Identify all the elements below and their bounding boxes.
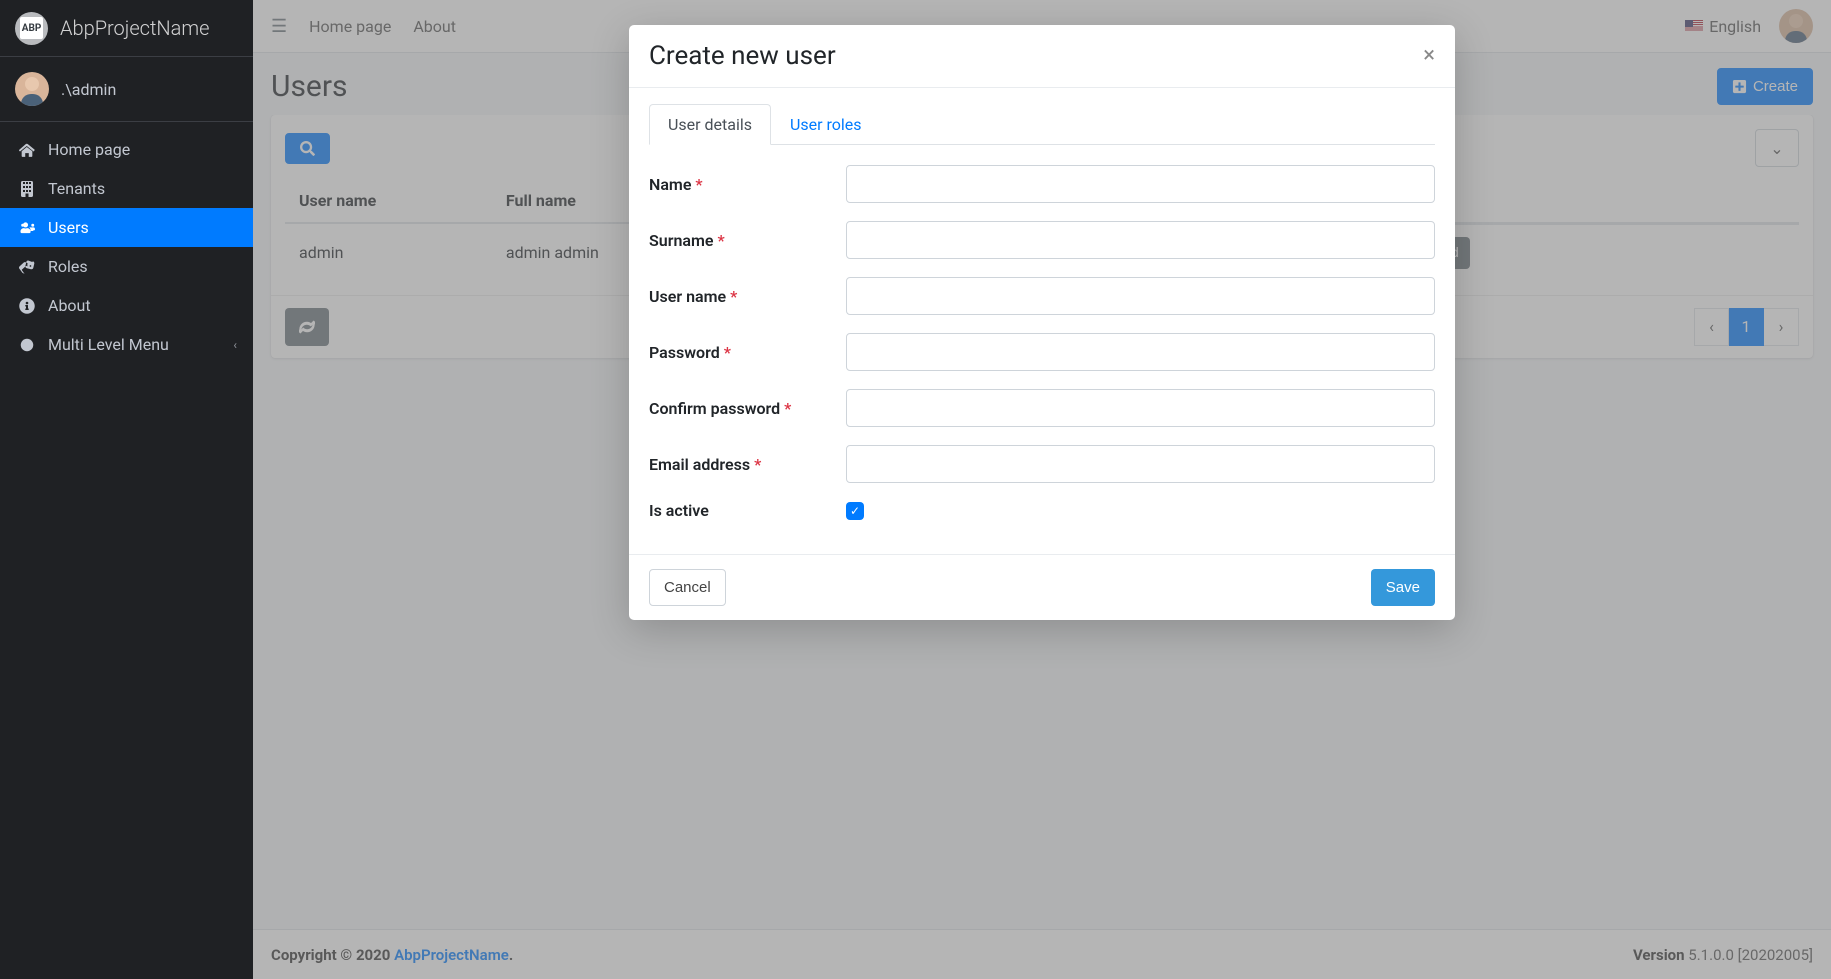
label-active: Is active — [649, 501, 846, 520]
sidebar-item-about[interactable]: About — [0, 286, 253, 325]
tab-user-details[interactable]: User details — [649, 104, 771, 145]
cancel-button[interactable]: Cancel — [649, 569, 726, 606]
username-field[interactable] — [846, 277, 1435, 315]
sidebar-item-label: Tenants — [48, 179, 105, 198]
modal-backdrop[interactable]: Create new user × User details User role… — [253, 0, 1831, 979]
label-email: Email address * — [649, 455, 846, 474]
sidebar-item-label: Roles — [48, 257, 88, 276]
sidebar-user-name: .\admin — [61, 80, 116, 99]
sidebar-item-multilevel[interactable]: Multi Level Menu ‹ — [0, 325, 253, 364]
label-confirm: Confirm password * — [649, 399, 846, 418]
avatar-icon — [15, 72, 49, 106]
label-surname: Surname * — [649, 231, 846, 250]
main: ☰ Home page About English Users Create — [253, 0, 1831, 979]
surname-field[interactable] — [846, 221, 1435, 259]
create-user-modal: Create new user × User details User role… — [629, 25, 1455, 620]
is-active-checkbox[interactable]: ✓ — [846, 502, 864, 520]
sidebar-item-label: Multi Level Menu — [48, 335, 169, 354]
label-name: Name * — [649, 175, 846, 194]
brand-logo-icon: ABP — [15, 12, 48, 45]
sidebar-item-label: Users — [48, 218, 89, 237]
home-icon — [16, 142, 38, 158]
sidebar-item-home[interactable]: Home page — [0, 130, 253, 169]
sidebar-item-users[interactable]: Users — [0, 208, 253, 247]
brand-name: AbpProjectName — [60, 16, 209, 40]
name-field[interactable] — [846, 165, 1435, 203]
sidebar-nav: Home page Tenants Users Roles About Mult… — [0, 122, 253, 372]
password-field[interactable] — [846, 333, 1435, 371]
info-icon — [16, 298, 38, 314]
modal-tabs: User details User roles — [649, 104, 1435, 145]
tab-user-roles[interactable]: User roles — [771, 104, 881, 145]
modal-title: Create new user — [649, 41, 836, 71]
label-username: User name * — [649, 287, 846, 306]
sidebar: ABP AbpProjectName .\admin Home page Ten… — [0, 0, 253, 979]
circle-icon — [16, 337, 38, 353]
confirm-password-field[interactable] — [846, 389, 1435, 427]
sidebar-item-tenants[interactable]: Tenants — [0, 169, 253, 208]
label-password: Password * — [649, 343, 846, 362]
users-icon — [16, 220, 38, 236]
save-button[interactable]: Save — [1371, 569, 1435, 606]
email-field[interactable] — [846, 445, 1435, 483]
sidebar-item-roles[interactable]: Roles — [0, 247, 253, 286]
brand[interactable]: ABP AbpProjectName — [0, 0, 253, 57]
close-icon[interactable]: × — [1423, 45, 1435, 67]
sidebar-item-label: Home page — [48, 140, 130, 159]
building-icon — [16, 181, 38, 197]
sidebar-user[interactable]: .\admin — [0, 57, 253, 122]
chevron-left-icon: ‹ — [233, 338, 237, 352]
sidebar-item-label: About — [48, 296, 91, 315]
masks-icon — [16, 259, 38, 275]
